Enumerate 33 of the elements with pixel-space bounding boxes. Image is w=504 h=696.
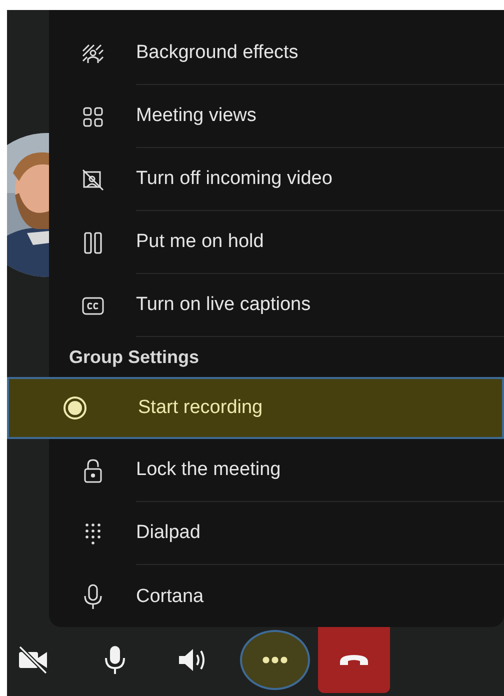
camera-off-icon xyxy=(18,646,48,674)
dialpad-icon xyxy=(84,522,102,546)
more-icon xyxy=(262,656,288,664)
menu-item[interactable]: Cortana xyxy=(49,565,504,628)
background-effects-icon xyxy=(82,44,104,64)
phone-icon xyxy=(339,654,369,666)
menu-item-label: Start recording xyxy=(138,396,264,420)
microphone-icon xyxy=(104,645,126,675)
menu-item[interactable]: Dialpad xyxy=(49,502,504,565)
section-header: Group Settings xyxy=(68,346,200,369)
record-icon xyxy=(62,396,86,420)
menu-item[interactable]: Lock the meeting xyxy=(49,439,504,502)
lock-icon xyxy=(84,458,102,482)
captions-icon xyxy=(82,296,104,314)
pause-icon xyxy=(84,232,102,254)
menu-item-label: Cortana xyxy=(136,584,205,608)
menu-item[interactable]: Start recording xyxy=(7,377,504,439)
menu-item-label: Dialpad xyxy=(136,502,504,565)
menu-item-label: Put me on hold xyxy=(136,211,504,274)
menu-item[interactable]: Put me on hold xyxy=(49,211,504,274)
grid-icon xyxy=(82,106,102,126)
menu-item[interactable]: Turn on live captions xyxy=(49,274,504,337)
menu-item-label: Background effects xyxy=(136,22,504,85)
video-off-icon xyxy=(82,168,104,190)
menu-item-label: Lock the meeting xyxy=(136,439,504,502)
menu-item-label: Meeting views xyxy=(136,85,504,148)
microphone-icon xyxy=(84,584,102,610)
menu-item[interactable]: Turn off incoming video xyxy=(49,148,504,211)
hang-up-button[interactable] xyxy=(318,627,390,693)
menu-item-label: Turn on live captions xyxy=(136,274,504,337)
menu-item[interactable]: Background effects xyxy=(49,22,504,85)
menu-item-label: Turn off incoming video xyxy=(136,148,504,211)
menu-item[interactable]: Meeting views xyxy=(49,85,504,148)
